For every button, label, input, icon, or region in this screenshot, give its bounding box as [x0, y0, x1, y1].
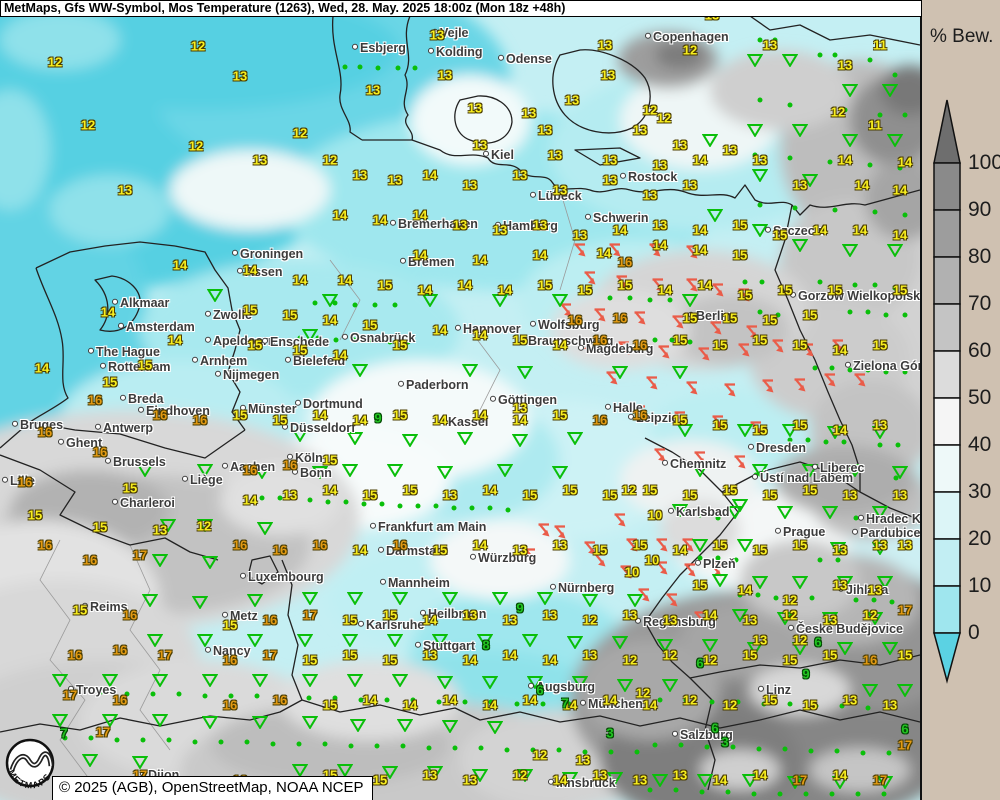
legend-tick-label: 40: [968, 433, 1000, 457]
legend-tick-label: 50: [968, 386, 1000, 410]
legend-tick-label: 30: [968, 480, 1000, 504]
cloud-cover-legend: % Bew. 1009080706050403020100: [922, 0, 1000, 800]
map-title-bar: MetMaps, Gfs WW-Symbol, Mos Temperature …: [0, 0, 922, 17]
legend-bar: [932, 0, 964, 705]
copyright-text: © 2025 (AGB), OpenStreetMap, NOAA NCEP: [59, 779, 364, 796]
weather-map: HorsensVejleKoldingEsbjergOdenseCopenhag…: [0, 0, 922, 800]
legend-tick-label: 80: [968, 245, 1000, 269]
metmaps-screenshot: HorsensVejleKoldingEsbjergOdenseCopenhag…: [0, 0, 1000, 800]
metmaps-logo: METMAPS: [2, 736, 60, 799]
legend-tick-label: 20: [968, 527, 1000, 551]
legend-tick-label: 60: [968, 339, 1000, 363]
legend-tick-label: 90: [968, 198, 1000, 222]
legend-tick-label: 0: [968, 621, 1000, 645]
map-title: MetMaps, Gfs WW-Symbol, Mos Temperature …: [4, 1, 565, 15]
legend-tick-label: 100: [968, 151, 1000, 175]
country-borders-layer: [0, 0, 922, 800]
legend-tick-label: 70: [968, 292, 1000, 316]
copyright-bar: © 2025 (AGB), OpenStreetMap, NOAA NCEP: [52, 776, 373, 800]
legend-tick-label: 10: [968, 574, 1000, 598]
